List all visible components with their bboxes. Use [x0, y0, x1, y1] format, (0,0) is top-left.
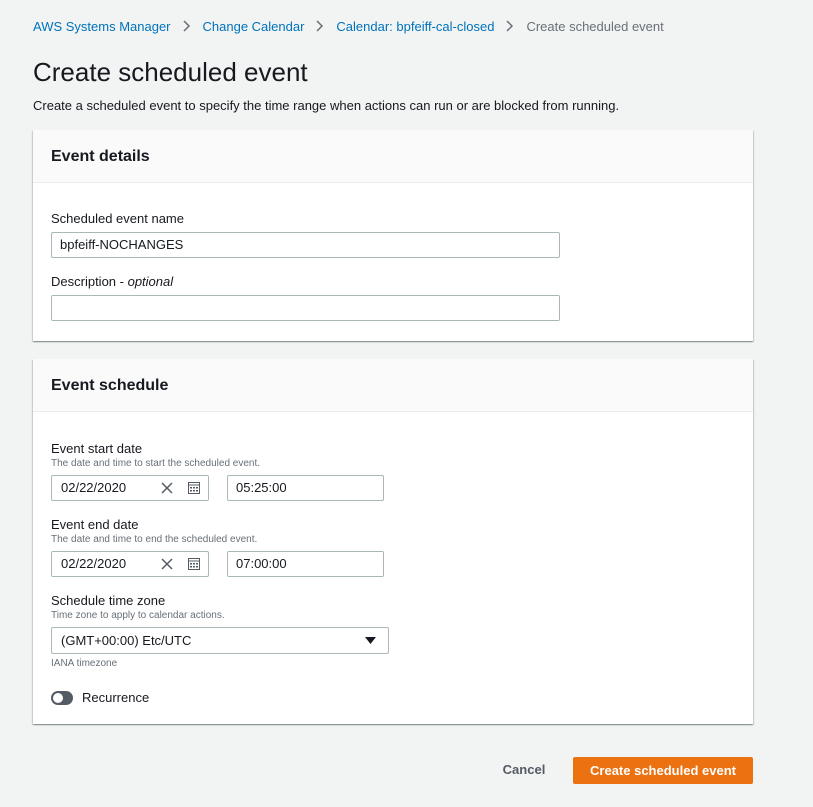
description-label: Description - optional: [51, 274, 174, 289]
recurrence-toggle[interactable]: [51, 691, 73, 705]
timezone-footer: IANA timezone: [51, 658, 118, 669]
start-date-input[interactable]: 02/22/2020: [51, 475, 209, 501]
timezone-select[interactable]: (GMT+00:00) Etc/UTC: [51, 627, 389, 654]
chevron-right-icon: [171, 17, 203, 35]
calendar-icon[interactable]: [188, 558, 200, 570]
start-date-value: 02/22/2020: [61, 480, 127, 495]
timezone-value: (GMT+00:00) Etc/UTC: [61, 633, 192, 648]
breadcrumb-calendar[interactable]: Calendar: bpfeiff-cal-closed: [336, 19, 494, 34]
event-schedule-panel: Event schedule Event start date The date…: [33, 359, 753, 724]
event-details-header: Event details: [33, 130, 753, 183]
breadcrumb: AWS Systems Manager Change Calendar Cale…: [33, 17, 664, 35]
page-title: Create scheduled event: [33, 57, 308, 87]
description-input[interactable]: [51, 295, 560, 321]
event-name-label: Scheduled event name: [51, 211, 184, 226]
recurrence-label: Recurrence: [82, 690, 150, 705]
cancel-button[interactable]: Cancel: [494, 758, 554, 782]
end-date-label: Event end date: [51, 517, 139, 532]
page-description: Create a scheduled event to specify the …: [33, 98, 620, 113]
chevron-right-icon: [304, 17, 336, 35]
event-name-input[interactable]: bpfeiff-NOCHANGES: [51, 232, 560, 258]
event-details-panel: Event details Scheduled event name bpfei…: [33, 130, 753, 341]
toggle-knob: [53, 693, 63, 703]
end-date-hint: The date and time to end the scheduled e…: [51, 534, 258, 545]
end-time-input[interactable]: 07:00:00: [227, 551, 384, 577]
description-label-text: Description: [51, 274, 117, 289]
end-date-input[interactable]: 02/22/2020: [51, 551, 209, 577]
caret-down-icon: [365, 637, 376, 644]
create-scheduled-event-button[interactable]: Create scheduled event: [573, 757, 753, 784]
start-date-label: Event start date: [51, 441, 143, 456]
chevron-right-icon: [494, 17, 526, 35]
start-date-hint: The date and time to start the scheduled…: [51, 458, 261, 469]
optional-text: optional: [127, 274, 174, 289]
end-date-value: 02/22/2020: [61, 556, 127, 571]
breadcrumb-systems-manager[interactable]: AWS Systems Manager: [33, 19, 171, 34]
start-time-input[interactable]: 05:25:00: [227, 475, 384, 501]
timezone-hint: Time zone to apply to calendar actions.: [51, 610, 225, 621]
calendar-icon[interactable]: [188, 482, 200, 494]
event-schedule-header: Event schedule: [33, 359, 753, 412]
timezone-label: Schedule time zone: [51, 593, 166, 608]
close-icon[interactable]: [160, 557, 174, 571]
breadcrumb-change-calendar[interactable]: Change Calendar: [203, 19, 305, 34]
breadcrumb-current: Create scheduled event: [526, 18, 664, 34]
close-icon[interactable]: [160, 481, 174, 495]
